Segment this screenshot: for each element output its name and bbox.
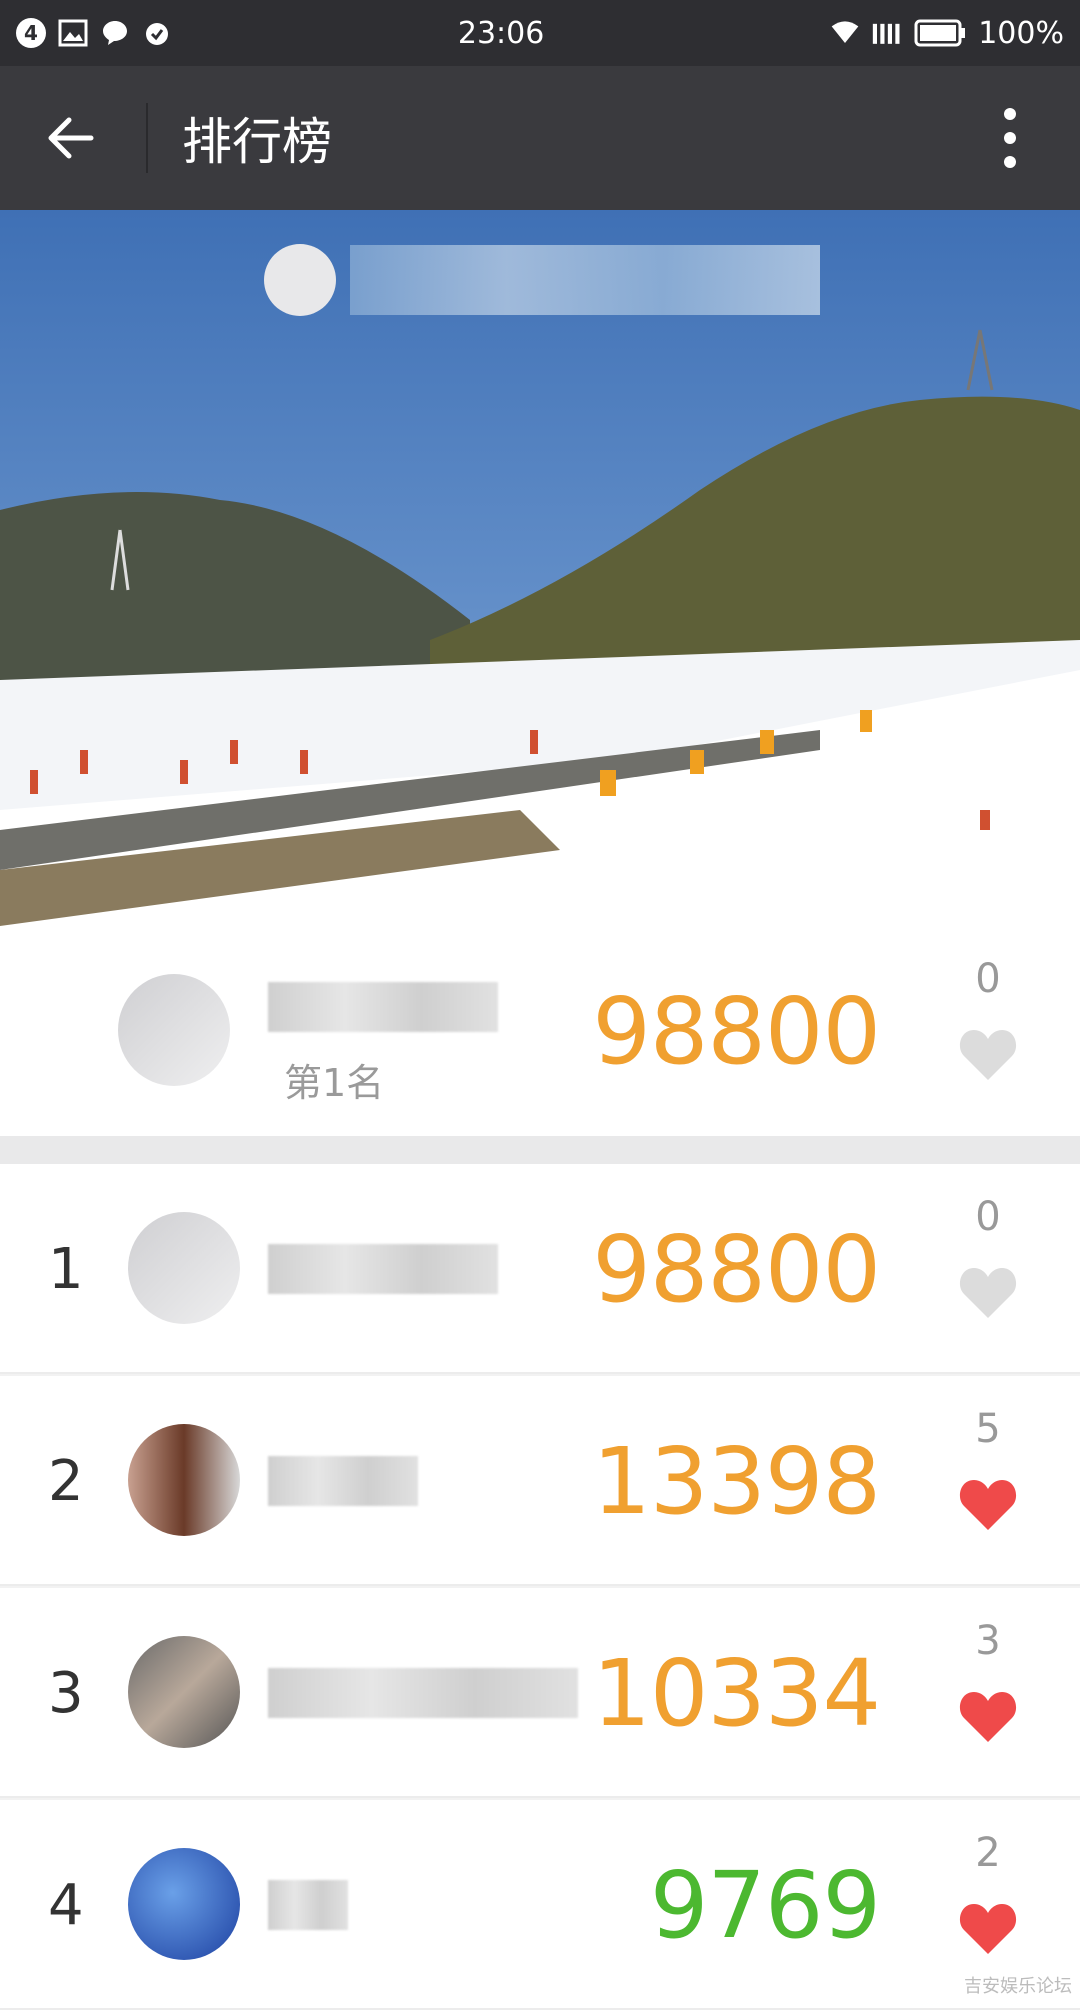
my-avatar [118,974,230,1086]
heart-icon[interactable] [958,1688,1018,1744]
score: 13398 [592,1427,881,1535]
heart-icon[interactable] [958,1900,1018,1956]
likes[interactable]: 3 [948,1618,1028,1744]
like-count: 2 [975,1830,1001,1876]
my-likes[interactable]: 0 [948,956,1028,1082]
status-right: 100% [830,16,1064,51]
banner-user [264,232,820,328]
avatar [128,1636,240,1748]
page-title: 排行榜 [182,113,332,171]
my-score: 98800 [592,977,881,1085]
like-count: 5 [975,1406,1001,1452]
heart-icon[interactable] [958,1476,1018,1532]
banner-image [0,210,1080,926]
avatar [128,1424,240,1536]
avatar [128,1848,240,1960]
my-like-count: 0 [975,956,1001,1002]
score: 9769 [649,1851,881,1959]
message-icon [100,18,130,48]
heart-icon[interactable] [958,1026,1018,1082]
like-count: 0 [975,1194,1001,1240]
ranking-row-3[interactable]: 3 10334 3 [0,1588,1080,1798]
rank-number: 2 [48,1448,84,1514]
username-blurred [268,1456,418,1506]
back-arrow-icon [48,117,94,159]
likes[interactable]: 5 [948,1406,1028,1532]
battery-icon [914,18,966,48]
app-bar-divider [146,103,148,173]
battery-percent: 100% [978,15,1064,51]
score: 10334 [592,1639,881,1747]
score: 98800 [592,1215,881,1323]
alarm-icon [142,18,172,48]
like-count: 3 [975,1618,1001,1664]
notification-count-icon: 4 [16,18,46,48]
watermark: 吉安娱乐论坛 [964,1976,1072,1997]
username-blurred [268,1880,348,1930]
back-button[interactable] [20,66,120,210]
my-ranking-row[interactable]: 第1名 98800 0 [0,926,1080,1136]
username-blurred [268,1668,578,1718]
wifi-icon [830,18,860,48]
rank-number: 3 [48,1660,84,1726]
app-bar: 排行榜 [0,66,1080,210]
rank-number: 1 [48,1236,84,1302]
likes[interactable]: 0 [948,1194,1028,1320]
avatar [128,1212,240,1324]
my-username-blurred [268,982,498,1032]
banner-avatar [264,244,336,316]
more-vertical-icon [1004,108,1016,168]
section-separator [0,1136,1080,1164]
status-left: 4 [16,18,172,48]
status-bar: 4 23:06 100% [0,0,1080,66]
status-time: 23:06 [457,15,545,51]
username-blurred [268,1244,498,1294]
ranking-row-2[interactable]: 2 13398 5 [0,1376,1080,1586]
likes[interactable]: 2 [948,1830,1028,1956]
my-rank-subtitle: 第1名 [284,1061,385,1105]
rank-number: 4 [48,1872,84,1938]
ranking-row-4[interactable]: 4 9769 2 吉安娱乐论坛 [0,1800,1080,2010]
gallery-icon [58,18,88,48]
banner-username-blurred [350,245,820,315]
ranking-row-1[interactable]: 1 98800 0 [0,1164,1080,1374]
more-options-button[interactable] [980,66,1040,210]
heart-icon[interactable] [958,1264,1018,1320]
signal-icon [872,18,902,48]
